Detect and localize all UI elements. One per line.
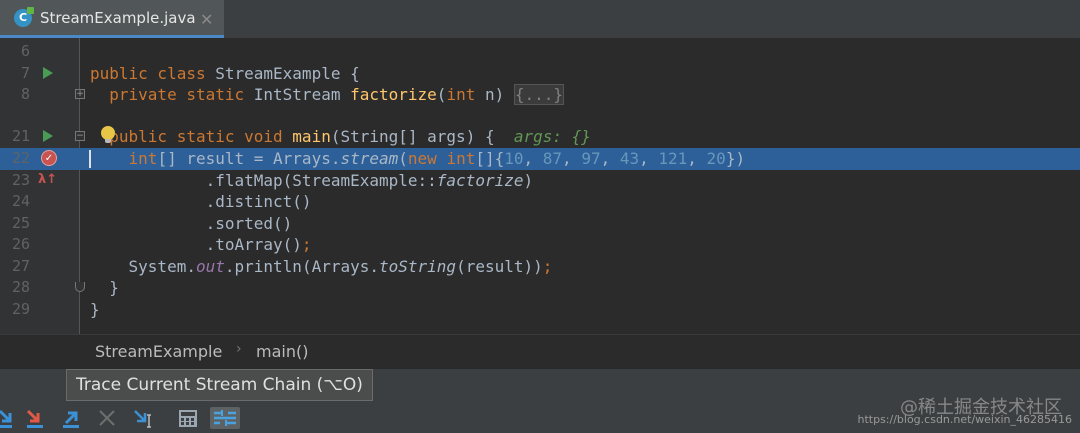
code-line[interactable]: 28 } — [0, 277, 1080, 299]
code-line[interactable]: 29 } — [0, 299, 1080, 321]
line-number: 8 — [20, 85, 30, 103]
line-number: 23 — [11, 170, 30, 189]
line-number: 21 — [11, 127, 30, 145]
fold-expand-icon[interactable]: + — [75, 89, 85, 99]
breadcrumb-separator: › — [236, 341, 242, 357]
run-to-cursor-icon[interactable] — [132, 407, 156, 429]
close-icon[interactable]: ✕ — [200, 10, 213, 29]
code-line[interactable]: 23 λ↑ .flatMap(StreamExample::factorize) — [0, 170, 1080, 192]
evaluate-expression-icon[interactable] — [176, 407, 200, 429]
debug-toolbar: Trace Current Stream Chain (⌥O) @稀土掘金技术社… — [0, 368, 1080, 433]
code-line[interactable]: 27 System.out.println(Arrays.toString(re… — [0, 256, 1080, 278]
code-text: } — [90, 299, 100, 319]
line-number: 26 — [11, 235, 30, 253]
line-number: 28 — [11, 278, 30, 296]
code-text: public static void main(String[] args) {… — [109, 127, 591, 146]
line-number: 25 — [11, 213, 30, 232]
code-line[interactable]: 24 .distinct() — [0, 191, 1080, 213]
code-text: .toArray(); — [128, 235, 312, 254]
step-out-icon[interactable] — [60, 407, 84, 429]
lambda-breakpoint-icon[interactable]: λ↑ — [38, 172, 57, 188]
run-icon[interactable] — [43, 130, 53, 142]
editor-tab-bar: C StreamExample.java ✕ — [0, 0, 1080, 39]
code-text: .distinct() — [128, 192, 312, 211]
code-line[interactable]: 21 − public static void main(String[] ar… — [0, 126, 1080, 148]
inline-debug-hint: args: {} — [513, 127, 591, 146]
code-text: private static IntStream factorize(int n… — [109, 84, 565, 105]
watermark-url: https://blog.csdn.net/weixin_46285416 — [857, 413, 1072, 426]
trace-stream-chain-icon[interactable] — [210, 407, 240, 429]
code-text: System.out.println(Arrays.toString(resul… — [128, 256, 553, 276]
tab-streamexample-java[interactable]: C StreamExample.java ✕ — [0, 0, 224, 38]
ide-window: C StreamExample.java ✕ 6 7 public class … — [0, 0, 1080, 433]
line-number: 24 — [11, 192, 30, 210]
code-text: .sorted() — [128, 213, 293, 233]
tooltip: Trace Current Stream Chain (⌥O) — [66, 369, 373, 401]
code-text: int[] result = Arrays.stream(new int[]{1… — [128, 149, 746, 168]
fold-collapse-icon[interactable]: − — [75, 131, 85, 141]
run-icon[interactable] — [43, 66, 53, 79]
tab-label: StreamExample.java — [40, 8, 196, 27]
breadcrumb-item-class[interactable]: StreamExample — [95, 342, 222, 361]
drop-frame-icon[interactable] — [96, 407, 120, 429]
breadcrumb: StreamExample › main() — [0, 334, 1080, 369]
code-text: } — [109, 278, 119, 297]
code-text: public class StreamExample { — [90, 63, 360, 83]
breakpoint-check-icon[interactable]: ✓ — [41, 150, 57, 166]
line-number: 27 — [11, 256, 30, 275]
force-step-into-icon[interactable] — [24, 407, 48, 429]
code-line[interactable]: 8 + private static IntStream factorize(i… — [0, 84, 1080, 106]
line-number: 22 — [11, 149, 30, 167]
java-class-icon: C — [14, 6, 34, 27]
line-number: 7 — [20, 63, 30, 82]
folded-code-block[interactable]: {...} — [513, 84, 565, 105]
code-line[interactable]: 7 public class StreamExample { — [0, 63, 1080, 85]
code-editor[interactable]: 6 7 public class StreamExample { 8 + pri… — [0, 38, 1080, 334]
code-line[interactable]: 26 .toArray(); — [0, 234, 1080, 256]
lightbulb-icon[interactable] — [101, 126, 115, 143]
current-execution-line[interactable]: 22 ✓ int[] result = Arrays.stream(new in… — [0, 148, 1080, 170]
fold-end-icon[interactable] — [75, 282, 85, 292]
line-number: 6 — [20, 42, 30, 60]
line-number: 29 — [11, 299, 30, 318]
breadcrumb-item-method[interactable]: main() — [256, 342, 308, 361]
code-line[interactable]: 6 — [0, 41, 1080, 63]
code-text: .flatMap(StreamExample::factorize) — [128, 170, 534, 190]
step-into-icon[interactable] — [0, 407, 18, 429]
code-line[interactable]: 25 .sorted() — [0, 213, 1080, 235]
